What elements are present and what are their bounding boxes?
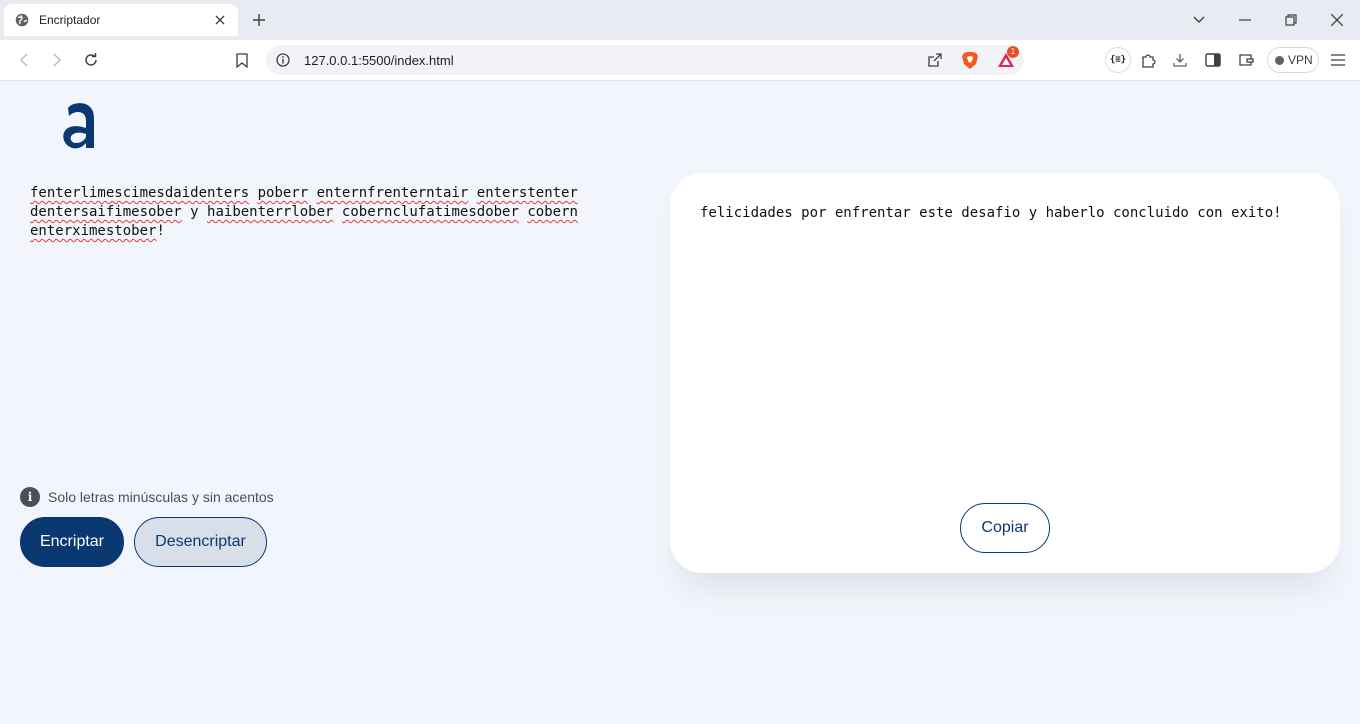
extension-braces-icon[interactable]: {≡} xyxy=(1106,48,1130,72)
address-bar[interactable]: 127.0.0.1:5500/index.html 1 xyxy=(266,45,1024,75)
output-text: felicidades por enfrentar este desafio y… xyxy=(700,205,1282,221)
input-word: fenterlimescimesdaidenters xyxy=(30,185,250,201)
input-word: enterximestober xyxy=(30,223,157,239)
minimize-icon[interactable] xyxy=(1233,8,1257,32)
tab-search-chevron-icon[interactable] xyxy=(1187,8,1211,32)
text-input-area[interactable]: fenterlimescimesdaidenters poberr entern… xyxy=(30,184,610,454)
close-window-icon[interactable] xyxy=(1325,8,1349,32)
browser-tab[interactable]: Encriptador xyxy=(4,4,238,36)
input-word: haibenterrlober xyxy=(207,204,334,220)
hint-text: Solo letras minúsculas y sin acentos xyxy=(48,489,274,505)
input-word: enternfrenterntair xyxy=(316,185,469,201)
input-hint: i Solo letras minúsculas y sin acentos xyxy=(20,487,274,507)
input-word: dentersaifimesober xyxy=(30,204,182,220)
restore-icon[interactable] xyxy=(1279,8,1303,32)
tab-strip: Encriptador xyxy=(0,0,1360,40)
reload-icon[interactable] xyxy=(79,48,103,72)
vpn-button[interactable]: VPN xyxy=(1267,47,1319,73)
globe-icon xyxy=(14,12,30,28)
bookmark-icon[interactable] xyxy=(230,48,254,72)
browser-toolbar: 127.0.0.1:5500/index.html 1 {≡} VPN xyxy=(0,40,1360,81)
brave-shields-icon[interactable] xyxy=(960,50,980,70)
vpn-label: VPN xyxy=(1288,53,1313,67)
extensions-puzzle-icon[interactable] xyxy=(1137,48,1161,72)
tab-title: Encriptador xyxy=(39,13,101,27)
vpn-status-icon xyxy=(1275,55,1284,65)
sidebar-icon[interactable] xyxy=(1201,48,1225,72)
forward-arrow-icon[interactable] xyxy=(45,48,69,72)
share-icon[interactable] xyxy=(925,50,945,70)
url-text[interactable]: 127.0.0.1:5500/index.html xyxy=(304,53,454,68)
input-word: cobernclufatimesdober xyxy=(341,204,519,220)
alura-logo xyxy=(56,96,106,152)
copy-button[interactable]: Copiar xyxy=(960,503,1050,553)
input-word: cobern xyxy=(527,204,578,220)
info-icon: i xyxy=(20,487,40,507)
new-tab-icon[interactable] xyxy=(249,10,269,30)
brave-rewards-icon[interactable]: 1 xyxy=(996,46,1019,70)
input-word: poberr xyxy=(257,185,309,201)
output-panel: felicidades por enfrentar este desafio y… xyxy=(670,173,1340,573)
back-arrow-icon[interactable] xyxy=(12,48,36,72)
menu-hamburger-icon[interactable] xyxy=(1326,48,1350,72)
site-info-icon[interactable] xyxy=(273,50,293,70)
rewards-badge: 1 xyxy=(1007,46,1019,58)
input-word: enterstenter xyxy=(476,185,578,201)
input-word: y xyxy=(190,204,199,220)
decrypt-button[interactable]: Desencriptar xyxy=(134,517,267,567)
download-icon[interactable] xyxy=(1168,48,1192,72)
close-tab-icon[interactable] xyxy=(212,12,228,28)
wallet-icon[interactable] xyxy=(1234,48,1258,72)
input-punctuation: ! xyxy=(156,223,165,239)
encrypt-button[interactable]: Encriptar xyxy=(20,517,124,567)
